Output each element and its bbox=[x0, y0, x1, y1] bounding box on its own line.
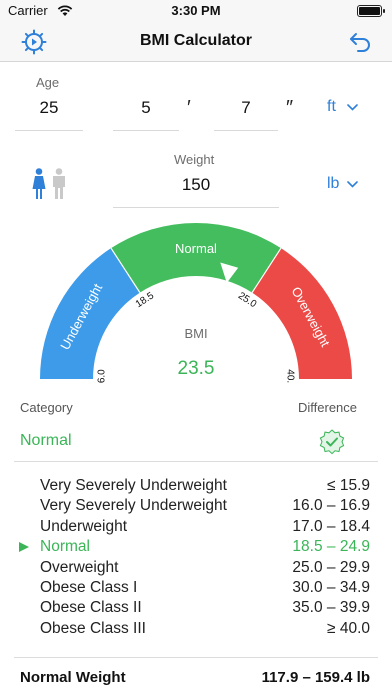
gauge-segment-label: Normal bbox=[175, 241, 217, 256]
table-row: Overweight 25.0 – 29.9 bbox=[0, 559, 392, 579]
height-inches-input[interactable]: 7 bbox=[214, 98, 278, 118]
normal-weight-value: 117.9 – 159.4 lb bbox=[261, 669, 370, 686]
weight-underline bbox=[113, 207, 279, 208]
row-bmi-range: ≤ 15.9 bbox=[327, 477, 370, 494]
feet-mark: ′ bbox=[187, 97, 191, 119]
undo-arrow-icon bbox=[350, 33, 370, 52]
bmi-gauge: UnderweightNormalOverweight16.018.5 25.04… bbox=[40, 223, 352, 383]
gauge-tick-label: 16.0 bbox=[97, 369, 108, 383]
chevron-down-icon bbox=[347, 181, 358, 188]
row-category-name: Underweight bbox=[40, 517, 128, 535]
category-value: Normal bbox=[20, 432, 72, 449]
height-feet-input[interactable]: 5 bbox=[113, 98, 179, 118]
row-category-name: Very Severely Underweight bbox=[40, 477, 227, 494]
navigation-bar: BMI Calculator bbox=[0, 22, 392, 62]
gauge-segment-normal bbox=[111, 223, 281, 293]
row-category-name: Very Severely Underweight bbox=[40, 497, 227, 515]
gauge-tick-label: 40.0 bbox=[284, 369, 295, 383]
male-icon bbox=[53, 168, 65, 199]
row-bmi-range: 18.5 – 24.9 bbox=[292, 538, 370, 556]
row-category-name: Obese Class III bbox=[40, 619, 146, 637]
row-bmi-range: 30.0 – 34.9 bbox=[292, 579, 370, 596]
table-row: Obese Class I 30.0 – 34.9 bbox=[0, 579, 392, 599]
height-inches-underline bbox=[214, 130, 278, 131]
battery-fill bbox=[359, 7, 380, 15]
table-row: Very Severely Underweight 16.0 – 16.9 bbox=[0, 497, 392, 517]
category-divider bbox=[14, 461, 378, 462]
height-feet-underline bbox=[113, 130, 179, 131]
row-bmi-range: 17.0 – 18.4 bbox=[292, 517, 370, 535]
inch-mark: ″ bbox=[286, 97, 294, 119]
age-input[interactable]: 25 bbox=[15, 98, 83, 118]
undo-button[interactable] bbox=[346, 28, 374, 56]
row-bmi-range: 25.0 – 29.9 bbox=[292, 558, 370, 576]
table-divider bbox=[14, 657, 378, 658]
weight-input[interactable]: 150 bbox=[113, 175, 279, 195]
bmi-label: BMI bbox=[184, 326, 207, 341]
row-category-name: Overweight bbox=[40, 558, 119, 576]
normal-weight-label: Normal Weight bbox=[20, 669, 126, 686]
page-title: BMI Calculator bbox=[139, 32, 252, 49]
battery-icon bbox=[357, 5, 385, 17]
table-row: Underweight 17.0 – 18.4 bbox=[0, 518, 392, 538]
row-bmi-range: 35.0 – 39.9 bbox=[292, 599, 370, 617]
chevron-down-icon bbox=[347, 104, 358, 111]
bmi-value: 23.5 bbox=[178, 358, 215, 379]
row-category-name: Normal bbox=[40, 538, 90, 556]
height-unit-dropdown[interactable]: ft bbox=[327, 98, 361, 120]
table-row: Normal 18.5 – 24.9 bbox=[0, 538, 392, 558]
table-row: Obese Class II 35.0 – 39.9 bbox=[0, 599, 392, 619]
clock: 3:30 PM bbox=[171, 3, 221, 18]
row-bmi-range: ≥ 40.0 bbox=[327, 619, 370, 637]
row-category-name: Obese Class II bbox=[40, 599, 142, 617]
weight-label: Weight bbox=[174, 152, 215, 167]
age-underline bbox=[15, 130, 83, 131]
row-category-name: Obese Class I bbox=[40, 579, 138, 596]
current-category-arrow-icon bbox=[19, 542, 29, 553]
difference-header: Difference bbox=[298, 400, 358, 415]
gender-toggle[interactable] bbox=[30, 168, 70, 200]
table-row: Obese Class III ≥ 40.0 bbox=[0, 620, 392, 640]
weight-unit-dropdown[interactable]: lb bbox=[327, 175, 361, 197]
table-row: Very Severely Underweight ≤ 15.9 bbox=[0, 477, 392, 497]
age-label: Age bbox=[36, 75, 60, 90]
weight-unit-label: lb bbox=[327, 175, 340, 192]
row-bmi-range: 16.0 – 16.9 bbox=[292, 497, 370, 515]
height-unit-label: ft bbox=[327, 98, 336, 115]
status-bar: Carrier 3:30 PM bbox=[0, 0, 392, 22]
category-header: Category bbox=[20, 400, 73, 415]
female-icon bbox=[32, 168, 46, 199]
check-badge-icon bbox=[319, 429, 345, 455]
